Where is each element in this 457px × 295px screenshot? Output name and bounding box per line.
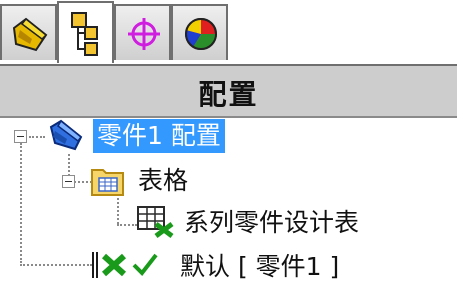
feature-manager-icon <box>12 17 48 52</box>
manager-tab-strip <box>0 0 457 67</box>
part-config-icon <box>49 119 83 151</box>
config-check-icon <box>92 252 158 278</box>
tab-configuration-manager[interactable] <box>114 4 171 60</box>
tree-tables-label[interactable]: 表格 <box>138 164 188 198</box>
tree-line <box>20 143 22 263</box>
tree-line <box>20 264 92 266</box>
table-folder-icon <box>91 169 124 196</box>
tab-display-manager[interactable] <box>171 4 228 60</box>
collapse-toggle[interactable] <box>14 130 27 143</box>
tree-line <box>117 224 137 226</box>
panel-title: 配置 <box>198 78 259 111</box>
tree-default-config-label[interactable]: 默认 [ 零件1 ] <box>180 250 339 284</box>
tree-line <box>29 136 45 138</box>
tab-property-manager[interactable] <box>57 1 114 63</box>
configuration-manager-icon <box>128 18 160 50</box>
panel-header: 配置 <box>0 64 457 118</box>
tree-design-table-label[interactable]: 系列零件设计表 <box>184 206 359 240</box>
display-manager-icon <box>185 18 217 50</box>
tree-root-label[interactable]: 零件1 配置 <box>93 119 225 153</box>
design-table-icon <box>137 206 174 238</box>
tree-line <box>117 198 119 224</box>
property-manager-icon <box>71 12 98 56</box>
tab-feature-manager[interactable] <box>0 4 57 60</box>
collapse-toggle[interactable] <box>62 175 75 188</box>
